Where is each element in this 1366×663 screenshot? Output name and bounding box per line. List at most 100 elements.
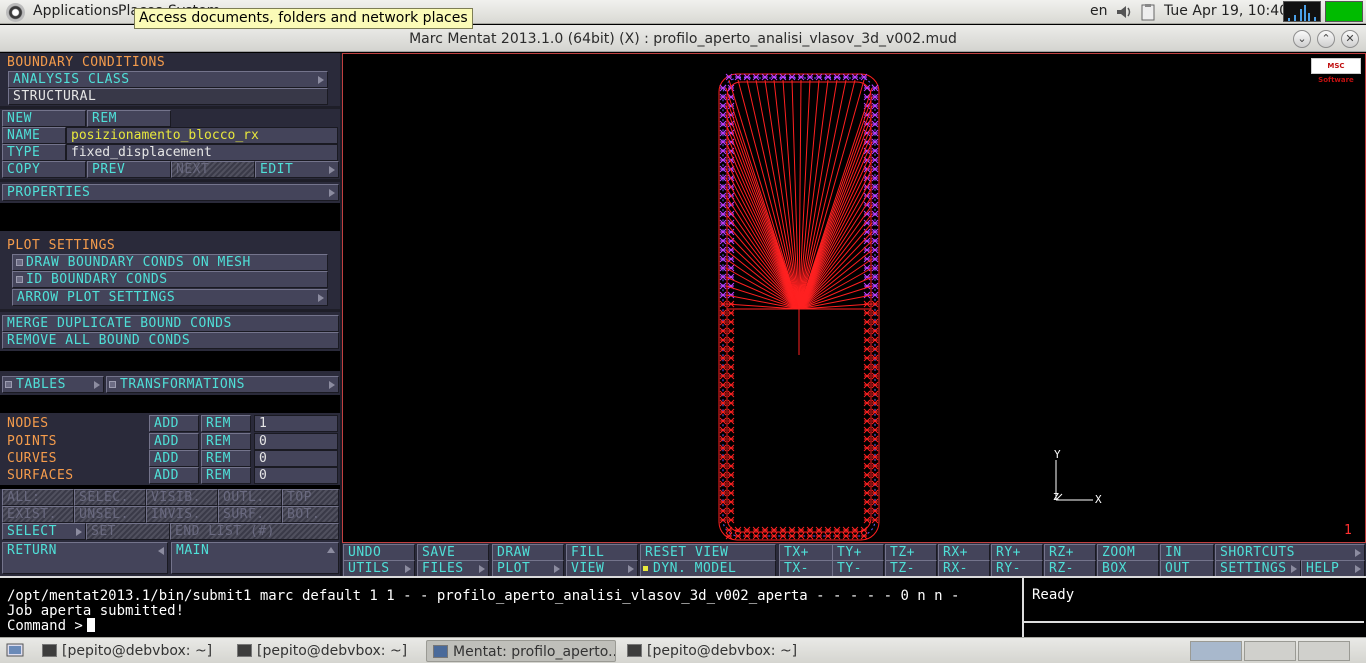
ry-plus-button[interactable]: RY+	[991, 544, 1043, 561]
terminal-icon	[627, 644, 642, 657]
memory-monitor-graph[interactable]	[1325, 1, 1363, 22]
select-visible-button[interactable]: VISIB.	[146, 489, 218, 506]
points-add-button[interactable]: ADD	[149, 433, 199, 450]
command-output-line-2: Job aperta submitted!	[7, 603, 185, 619]
analysis-class-value: STRUCTURAL	[8, 88, 328, 105]
checkbox-icon	[5, 381, 12, 388]
surfaces-add-button[interactable]: ADD	[149, 467, 199, 484]
select-all-button[interactable]: ALL:	[2, 489, 74, 506]
select-outline-button[interactable]: OUTL.	[218, 489, 282, 506]
analysis-class-button[interactable]: ANALYSIS CLASS	[8, 71, 328, 88]
keyboard-layout-indicator[interactable]: en	[1090, 3, 1108, 19]
volume-icon[interactable]	[1115, 3, 1133, 21]
new-button[interactable]: NEW	[2, 110, 86, 127]
gnome-foot-icon[interactable]	[6, 3, 25, 22]
static-menu: UNDO UTILS SAVE FILES DRAW PLOT FILL VIE…	[342, 543, 1366, 577]
return-button[interactable]: RETURN	[2, 542, 168, 574]
close-button[interactable]: ✕	[1341, 30, 1359, 48]
surfaces-rem-button[interactable]: REM	[201, 467, 251, 484]
shortcuts-button[interactable]: SHORTCUTS	[1215, 544, 1365, 561]
tz-minus-button[interactable]: TZ-	[885, 560, 937, 577]
select-button[interactable]: SELECT	[2, 523, 86, 540]
ty-minus-button[interactable]: TY-	[832, 560, 884, 577]
window-titlebar[interactable]: Marc Mentat 2013.1.0 (64bit) (X) : profi…	[0, 25, 1366, 52]
edit-button[interactable]: EDIT	[255, 161, 339, 178]
set-button[interactable]: SET	[86, 523, 170, 540]
ty-plus-button[interactable]: TY+	[832, 544, 884, 561]
rx-minus-button[interactable]: RX-	[938, 560, 990, 577]
rz-plus-button[interactable]: RZ+	[1044, 544, 1096, 561]
files-button[interactable]: FILES	[417, 560, 489, 577]
maximize-button[interactable]: ⌃	[1317, 30, 1335, 48]
main-button[interactable]: MAIN	[171, 542, 339, 574]
minimize-button[interactable]: ⌄	[1293, 30, 1311, 48]
curves-rem-button[interactable]: REM	[201, 450, 251, 467]
undo-button[interactable]: UNDO	[343, 544, 415, 561]
select-top-button[interactable]: TOP	[282, 489, 339, 506]
name-field[interactable]: posizionamento_blocco_rx	[66, 127, 338, 144]
applications-menu[interactable]: Applications	[33, 3, 119, 19]
prev-button[interactable]: PREV	[87, 161, 171, 178]
next-button[interactable]: NEXT	[171, 161, 255, 178]
clipboard-icon[interactable]	[1139, 3, 1157, 21]
points-rem-button[interactable]: REM	[201, 433, 251, 450]
select-unselected-button[interactable]: UNSEL.	[74, 506, 146, 523]
remove-all-button[interactable]: REMOVE ALL BOUND CONDS	[2, 332, 339, 349]
settings-button[interactable]: SETTINGS	[1215, 560, 1301, 577]
curves-add-button[interactable]: ADD	[149, 450, 199, 467]
select-exist-button[interactable]: EXIST.	[2, 506, 74, 523]
tables-button[interactable]: TABLES	[2, 376, 104, 393]
rz-minus-button[interactable]: RZ-	[1044, 560, 1096, 577]
taskbar-item-terminal-1[interactable]: [pepito@debvbox: ~]	[36, 640, 226, 662]
draw-button[interactable]: DRAW	[492, 544, 564, 561]
ry-minus-button[interactable]: RY-	[991, 560, 1043, 577]
view-button[interactable]: VIEW	[566, 560, 638, 577]
taskbar-item-terminal-3[interactable]: [pepito@debvbox: ~]	[621, 640, 811, 662]
type-field[interactable]: fixed_displacement	[66, 144, 338, 161]
taskbar-item-mentat[interactable]: Mentat: profilo_aperto...	[426, 640, 616, 662]
copy-button[interactable]: COPY	[2, 161, 86, 178]
taskbar-item-terminal-2[interactable]: [pepito@debvbox: ~]	[231, 640, 421, 662]
zoom-box-button[interactable]: ZOOM	[1097, 544, 1159, 561]
zoom-box-button-2[interactable]: BOX	[1097, 560, 1159, 577]
select-invisible-button[interactable]: INVIS.	[146, 506, 218, 523]
workspace-2[interactable]	[1244, 641, 1296, 661]
merge-duplicate-button[interactable]: MERGE DUPLICATE BOUND CONDS	[2, 315, 339, 332]
tz-plus-button[interactable]: TZ+	[885, 544, 937, 561]
select-selected-button[interactable]: SELEC.	[74, 489, 146, 506]
rem-button[interactable]: REM	[87, 110, 171, 127]
dyn-model-toggle[interactable]: DYN. MODEL	[640, 560, 776, 577]
help-button[interactable]: HELP	[1301, 560, 1365, 577]
select-surface-button[interactable]: SURF.	[218, 506, 282, 523]
end-list-button[interactable]: END LIST (#)	[170, 523, 339, 540]
properties-button[interactable]: PROPERTIES	[2, 184, 339, 201]
zoom-out-button[interactable]: OUT	[1160, 560, 1214, 577]
id-bc-toggle[interactable]: ID BOUNDARY CONDS	[12, 271, 328, 288]
command-area[interactable]: /opt/mentat2013.1/bin/submit1 marc defau…	[0, 576, 1024, 637]
fill-button[interactable]: FILL	[566, 544, 638, 561]
command-prompt[interactable]: Command >	[7, 618, 95, 634]
command-output-line-1: /opt/mentat2013.1/bin/submit1 marc defau…	[7, 588, 960, 604]
save-button[interactable]: SAVE	[417, 544, 489, 561]
status-area: Ready	[1024, 576, 1366, 637]
clock[interactable]: Tue Apr 19, 10:40	[1164, 3, 1288, 19]
reset-view-button[interactable]: RESET VIEW	[640, 544, 776, 561]
axis-triad: Y X Z	[1053, 448, 1102, 506]
utils-button[interactable]: UTILS	[343, 560, 415, 577]
nodes-rem-button[interactable]: REM	[201, 415, 251, 432]
taskbar: [pepito@debvbox: ~] [pepito@debvbox: ~] …	[0, 637, 1366, 663]
workspace-1[interactable]	[1190, 641, 1242, 661]
zoom-in-button[interactable]: IN	[1160, 544, 1214, 561]
show-desktop-icon[interactable]	[6, 642, 24, 660]
nodes-add-button[interactable]: ADD	[149, 415, 199, 432]
transformations-button[interactable]: TRANSFORMATIONS	[106, 376, 339, 393]
plot-button[interactable]: PLOT	[492, 560, 564, 577]
draw-bc-on-mesh-toggle[interactable]: DRAW BOUNDARY CONDS ON MESH	[12, 254, 328, 271]
terminal-icon	[42, 644, 57, 657]
arrow-plot-settings-button[interactable]: ARROW PLOT SETTINGS	[12, 289, 328, 306]
select-bottom-button[interactable]: BOT.	[282, 506, 339, 523]
graphics-viewport[interactable]: MSC Software Y X Z 1	[342, 53, 1366, 543]
cpu-monitor-graph[interactable]	[1283, 1, 1321, 22]
workspace-3[interactable]	[1298, 641, 1350, 661]
rx-plus-button[interactable]: RX+	[938, 544, 990, 561]
